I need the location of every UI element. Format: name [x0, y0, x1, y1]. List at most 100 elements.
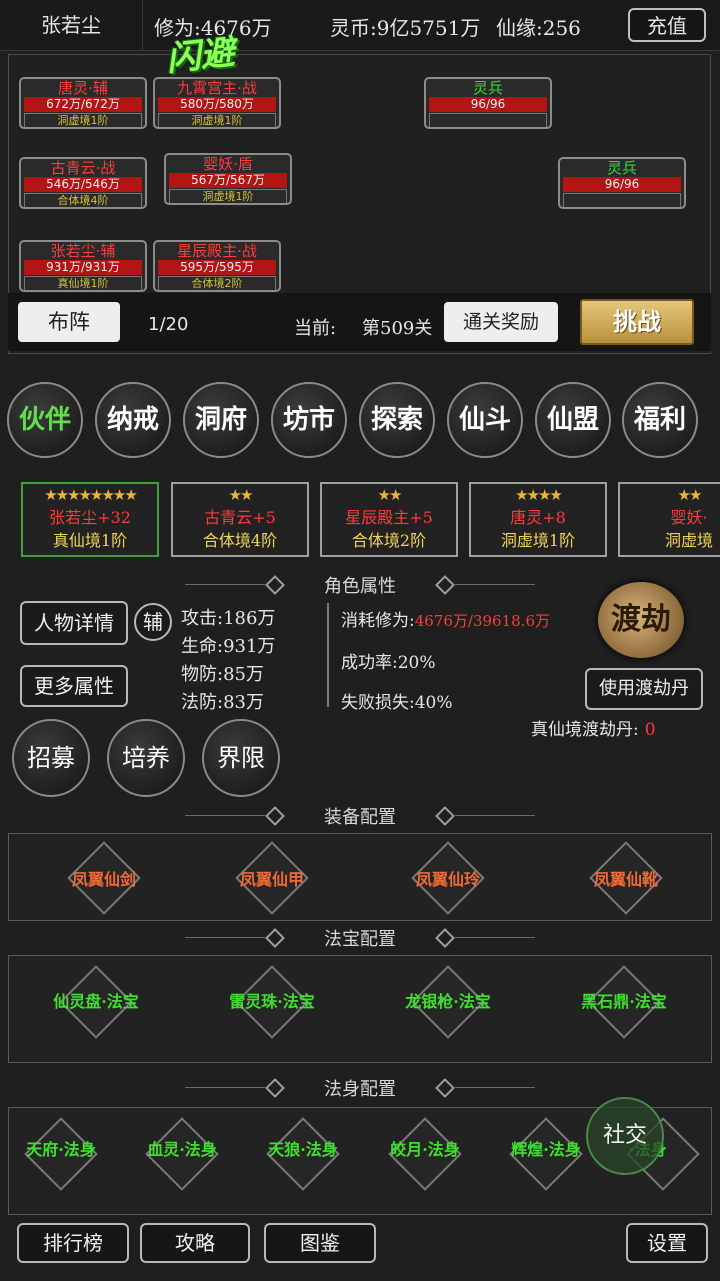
unit-realm: 真仙境1阶 [24, 276, 142, 290]
ally-unit-tangling[interactable]: 唐灵·辅 672万/672万 洞虚境1阶 [19, 77, 147, 129]
equipment-title: 装备配置 [324, 807, 396, 828]
tribulation-emblem[interactable]: 渡劫 [598, 582, 684, 658]
player-name: 张若尘 [0, 0, 143, 50]
treasure-slot[interactable]: 龙银枪·法宝 [383, 956, 513, 1056]
ally-unit-xingchen[interactable]: 星辰殿主·战 595万/595万 合体境2阶 [153, 240, 281, 292]
treasure-slot[interactable]: 仙灵盘·法宝 [31, 956, 161, 1056]
companion-card[interactable]: ★★ 古青云+5 合体境4阶 [171, 482, 309, 557]
slot-label: 血灵·法身 [147, 1140, 217, 1159]
unit-name: 唐灵·辅 [58, 79, 108, 97]
limit-button[interactable]: 界限 [202, 719, 280, 797]
equipment-slot-boots[interactable]: 凤翼仙靴 [571, 834, 681, 922]
codex-button[interactable]: 图鉴 [264, 1223, 376, 1263]
stage-value: 第509关 [362, 318, 433, 339]
body-slot[interactable]: 血灵·法身 [130, 1108, 234, 1208]
equipment-panel: 凤翼仙剑 凤翼仙甲 凤翼仙玲 凤翼仙靴 [8, 833, 712, 921]
unit-realm: - [563, 193, 681, 207]
star-rating: ★★ [677, 486, 703, 504]
physical-defense-stat: 物防:85万 [181, 664, 264, 685]
wave-counter: 1/20 [148, 314, 189, 335]
unit-hp-bar: 96/96 [429, 97, 547, 112]
companion-card[interactable]: ★★ 婴妖· 洞虚境 [618, 482, 720, 557]
star-rating: ★★ [228, 486, 254, 504]
assist-badge-button[interactable]: 辅 [134, 603, 172, 641]
recruit-button[interactable]: 招募 [12, 719, 90, 797]
challenge-button[interactable]: 挑战 [580, 299, 694, 345]
companion-card[interactable]: ★★ 星辰殿主+5 合体境2阶 [320, 482, 458, 557]
cultivation-cost: 消耗修为:4676万/39618.6万 [341, 606, 550, 631]
guide-button[interactable]: 攻略 [140, 1223, 250, 1263]
unit-hp-bar: 672万/672万 [24, 97, 142, 112]
nav-cave[interactable]: 洞府 [183, 382, 259, 458]
treasures-panel: 仙灵盘·法宝 雷灵珠·法宝 龙银枪·法宝 黑石鼎·法宝 [8, 955, 712, 1063]
companion-name: 星辰殿主+5 [345, 508, 433, 527]
nav-explore[interactable]: 探索 [359, 382, 435, 458]
equipment-slot-armor[interactable]: 凤翼仙甲 [217, 834, 327, 922]
ally-unit-guqingyun[interactable]: 古青云·战 546万/546万 合体境4阶 [19, 157, 147, 209]
nav-pvp[interactable]: 仙斗 [447, 382, 523, 458]
unit-hp-bar: 595万/595万 [158, 260, 276, 275]
dodge-effect-text: 闪避 [164, 32, 237, 80]
body-slot[interactable]: 天狼·法身 [251, 1108, 355, 1208]
companion-name: 古青云+5 [204, 508, 276, 527]
slot-label: 雷灵珠·法宝 [229, 992, 315, 1011]
fail-loss: 失败损失:40% [341, 693, 453, 713]
slot-label: 天府·法身 [26, 1140, 96, 1159]
slot-label: 黑石鼎·法宝 [581, 992, 667, 1011]
enemy-unit[interactable]: 灵兵 96/96 - [558, 157, 686, 209]
bodies-title: 法身配置 [324, 1079, 396, 1100]
nav-companions[interactable]: 伙伴 [7, 382, 83, 458]
clear-reward-button[interactable]: 通关奖励 [444, 302, 558, 342]
unit-name: 张若尘·辅 [50, 242, 116, 260]
companion-card[interactable]: ★★★★★★★★ 张若尘+32 真仙境1阶 [21, 482, 159, 557]
cost-value: 4676万/39618.6万 [414, 612, 550, 630]
attack-stat: 攻击:186万 [181, 608, 276, 629]
treasure-slot[interactable]: 黑石鼎·法宝 [559, 956, 689, 1056]
equipment-slot-sword[interactable]: 凤翼仙剑 [49, 834, 159, 922]
health-stat: 生命:931万 [181, 636, 276, 657]
unit-hp-bar: 931万/931万 [24, 260, 142, 275]
ranking-button[interactable]: 排行榜 [17, 1223, 129, 1263]
recharge-button[interactable]: 充值 [628, 8, 706, 42]
companion-realm: 真仙境1阶 [52, 531, 128, 550]
body-slot[interactable]: 皎月·法身 [373, 1108, 477, 1208]
body-slot[interactable]: 辉煌·法身 [494, 1108, 598, 1208]
companion-name: 婴妖· [670, 508, 708, 527]
slot-label: 凤翼仙靴 [593, 870, 658, 889]
star-rating: ★★ [377, 486, 403, 504]
magic-defense-stat: 法防:83万 [181, 692, 264, 713]
companion-realm: 洞虚境 [664, 531, 713, 550]
social-float-button[interactable]: 社交 [586, 1097, 664, 1175]
companion-card[interactable]: ★★★★ 唐灵+8 洞虚境1阶 [469, 482, 607, 557]
unit-name: 星辰殿主·战 [177, 242, 257, 260]
character-detail-button[interactable]: 人物详情 [20, 601, 128, 645]
nav-alliance[interactable]: 仙盟 [535, 382, 611, 458]
companion-name: 唐灵+8 [510, 508, 566, 527]
nav-storage-ring[interactable]: 纳戒 [95, 382, 171, 458]
body-slot[interactable]: 天府·法身 [9, 1108, 113, 1208]
formation-button[interactable]: 布阵 [18, 302, 120, 342]
nav-welfare[interactable]: 福利 [622, 382, 698, 458]
unit-name: 灵兵 [472, 79, 503, 97]
companion-name: 张若尘+32 [49, 508, 131, 527]
equipment-slot-accessory[interactable]: 凤翼仙玲 [393, 834, 503, 922]
ally-unit-zhangruochen[interactable]: 张若尘·辅 931万/931万 真仙境1阶 [19, 240, 147, 292]
enemy-unit[interactable]: 灵兵 96/96 - [424, 77, 552, 129]
use-tribulation-pill-button[interactable]: 使用渡劫丹 [585, 668, 703, 710]
settings-button[interactable]: 设置 [626, 1223, 708, 1263]
more-attributes-button[interactable]: 更多属性 [20, 665, 128, 707]
pill-count-row: 真仙境渡劫丹: 0 [531, 715, 656, 740]
unit-realm: 洞虚境1阶 [158, 113, 276, 127]
ally-unit-yingyao[interactable]: 婴妖·盾 567万/567万 洞虚境1阶 [164, 153, 292, 205]
treasures-title: 法宝配置 [324, 929, 396, 950]
unit-realm: 洞虚境1阶 [169, 189, 287, 203]
cost-label: 消耗修为: [341, 611, 415, 631]
unit-realm: 合体境4阶 [24, 193, 142, 207]
treasure-slot[interactable]: 雷灵珠·法宝 [207, 956, 337, 1056]
unit-realm: - [429, 113, 547, 127]
train-button[interactable]: 培养 [107, 719, 185, 797]
nav-market[interactable]: 坊市 [271, 382, 347, 458]
unit-name: 灵兵 [606, 159, 637, 177]
ally-unit-jiuxiao[interactable]: 九霄宫主·战 580万/580万 洞虚境1阶 [153, 77, 281, 129]
star-rating: ★★★★★★★★ [44, 486, 138, 504]
